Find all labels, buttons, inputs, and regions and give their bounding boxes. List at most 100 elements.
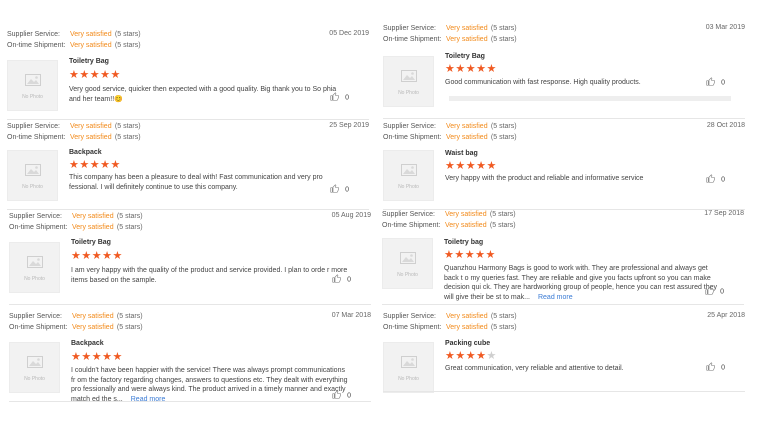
- supplier-service-value: Very satisfied: [444, 211, 487, 218]
- star-rating: ★★★★★: [71, 251, 123, 262]
- thumbs-up-icon[interactable]: [705, 286, 715, 297]
- star-filled-icon: ★: [476, 350, 487, 362]
- review-text: This company has been a pleasure to deal…: [69, 174, 323, 191]
- review-text-block: I am very happy with the quality of the …: [71, 266, 348, 285]
- image-icon: [401, 163, 417, 176]
- review-date: 25 Sep 2019: [329, 122, 369, 129]
- supplier-service-stars: (5 stars): [114, 31, 141, 38]
- star-filled-icon: ★: [445, 63, 456, 75]
- supplier-service-rating: Supplier Service: Very satisfied (5 star…: [9, 212, 143, 221]
- supplier-service-label: Supplier Service:: [9, 313, 62, 320]
- star-filled-icon: ★: [455, 63, 466, 75]
- ontime-shipment-value: Very satisfied: [444, 222, 487, 229]
- ontime-shipment-rating: On-time Shipment: Very satisfied (5 star…: [9, 323, 143, 332]
- ontime-shipment-stars: (5 stars): [489, 222, 516, 229]
- review-date: 05 Aug 2019: [331, 212, 371, 219]
- star-rating: ★★★★★: [444, 250, 496, 261]
- review-date: 17 Sep 2018: [704, 210, 744, 217]
- star-filled-icon: ★: [444, 249, 455, 261]
- star-filled-icon: ★: [455, 350, 466, 362]
- image-icon: [27, 355, 43, 368]
- star-filled-icon: ★: [71, 250, 82, 262]
- thumbs-up-icon[interactable]: [330, 184, 340, 195]
- review-card: Supplier Service: Very satisfied (5 star…: [383, 122, 745, 210]
- star-filled-icon: ★: [112, 250, 123, 262]
- product-photo-placeholder: No Photo: [7, 150, 58, 201]
- no-photo-label: No Photo: [397, 272, 418, 278]
- supplier-service-rating: Supplier Service: Very satisfied (5 star…: [7, 30, 141, 39]
- star-filled-icon: ★: [465, 350, 477, 362]
- ontime-shipment-rating: On-time Shipment: Very satisfied (5 star…: [7, 133, 141, 142]
- no-photo-label: No Photo: [24, 376, 45, 382]
- helpful-like[interactable]: 0: [706, 174, 725, 185]
- supplier-service-rating: Supplier Service: Very satisfied (5 star…: [383, 312, 517, 321]
- no-photo-label: No Photo: [398, 376, 419, 382]
- image-icon: [25, 163, 41, 176]
- ontime-shipment-label: On-time Shipment:: [383, 134, 442, 141]
- supplier-service-stars: (5 stars): [116, 213, 143, 220]
- image-icon: [27, 255, 43, 268]
- thumbs-up-icon[interactable]: [706, 362, 716, 373]
- review-text: I couldn't have been happier with the se…: [71, 367, 348, 403]
- thumbs-up-icon[interactable]: [706, 174, 716, 185]
- product-photo-placeholder: No Photo: [382, 238, 433, 289]
- helpful-like[interactable]: 0: [330, 184, 349, 195]
- thumbs-up-icon[interactable]: [332, 390, 342, 401]
- review-text-block: This company has been a pleasure to deal…: [69, 173, 346, 192]
- product-photo-placeholder: No Photo: [383, 150, 434, 201]
- helpful-like[interactable]: 0: [332, 274, 351, 285]
- review-text-block: Very good service, quicker then expected…: [69, 85, 346, 104]
- supplier-service-stars: (5 stars): [490, 123, 517, 130]
- star-filled-icon: ★: [69, 159, 80, 171]
- helpful-like[interactable]: 0: [332, 390, 351, 401]
- helpful-like[interactable]: 0: [330, 92, 349, 103]
- ontime-shipment-stars: (5 stars): [116, 224, 143, 231]
- ontime-shipment-label: On-time Shipment:: [383, 36, 442, 43]
- thumbs-up-icon[interactable]: [330, 92, 340, 103]
- star-empty-icon: ★: [486, 350, 497, 362]
- ontime-shipment-rating: On-time Shipment: Very satisfied (5 star…: [383, 323, 517, 332]
- read-more-link[interactable]: Read more: [538, 294, 573, 301]
- review-date: 28 Oct 2018: [706, 122, 745, 129]
- supplier-service-rating: Supplier Service: Very satisfied (5 star…: [382, 210, 516, 219]
- star-filled-icon: ★: [486, 160, 497, 172]
- ontime-shipment-label: On-time Shipment:: [382, 222, 441, 229]
- ontime-shipment-value: Very satisfied: [69, 134, 112, 141]
- supplier-service-label: Supplier Service:: [9, 213, 62, 220]
- review-card: Supplier Service: Very satisfied (5 star…: [9, 212, 371, 305]
- product-name: Backpack: [71, 340, 104, 347]
- ontime-shipment-stars: (5 stars): [490, 324, 517, 331]
- product-photo-placeholder: No Photo: [383, 56, 434, 107]
- helpful-like[interactable]: 0: [706, 77, 725, 88]
- supplier-service-rating: Supplier Service: Very satisfied (5 star…: [9, 312, 143, 321]
- review-card: Supplier Service: Very satisfied (5 star…: [383, 24, 745, 119]
- ontime-shipment-value: Very satisfied: [445, 134, 488, 141]
- thumbs-up-icon[interactable]: [706, 77, 716, 88]
- product-photo-placeholder: No Photo: [9, 342, 60, 393]
- product-name: Toiletry Bag: [69, 58, 109, 65]
- supplier-service-value: Very satisfied: [445, 123, 488, 130]
- star-rating: ★★★★★: [445, 351, 497, 362]
- supplier-service-value: Very satisfied: [445, 313, 488, 320]
- horizontal-scrollbar[interactable]: [449, 96, 731, 101]
- supplier-service-value: Very satisfied: [69, 123, 112, 130]
- supplier-service-stars: (5 stars): [490, 25, 517, 32]
- product-name: Backpack: [69, 149, 102, 156]
- star-filled-icon: ★: [476, 63, 487, 75]
- supplier-service-label: Supplier Service:: [383, 313, 436, 320]
- review-text-block: Very happy with the product and reliable…: [445, 174, 722, 184]
- product-name: Toiletry Bag: [445, 53, 485, 60]
- product-photo-placeholder: No Photo: [383, 342, 434, 393]
- review-card: Supplier Service: Very satisfied (5 star…: [9, 312, 371, 403]
- star-filled-icon: ★: [445, 350, 456, 362]
- star-filled-icon: ★: [79, 159, 90, 171]
- image-icon: [401, 69, 417, 82]
- review-text: Quanzhou Harmony Bags is good to work wi…: [444, 265, 718, 301]
- helpful-like[interactable]: 0: [705, 286, 724, 297]
- star-filled-icon: ★: [91, 351, 103, 363]
- supplier-service-rating: Supplier Service: Very satisfied (5 star…: [383, 122, 517, 131]
- divider: [383, 118, 745, 119]
- thumbs-up-icon[interactable]: [332, 274, 342, 285]
- like-count: 0: [345, 94, 349, 102]
- helpful-like[interactable]: 0: [706, 362, 725, 373]
